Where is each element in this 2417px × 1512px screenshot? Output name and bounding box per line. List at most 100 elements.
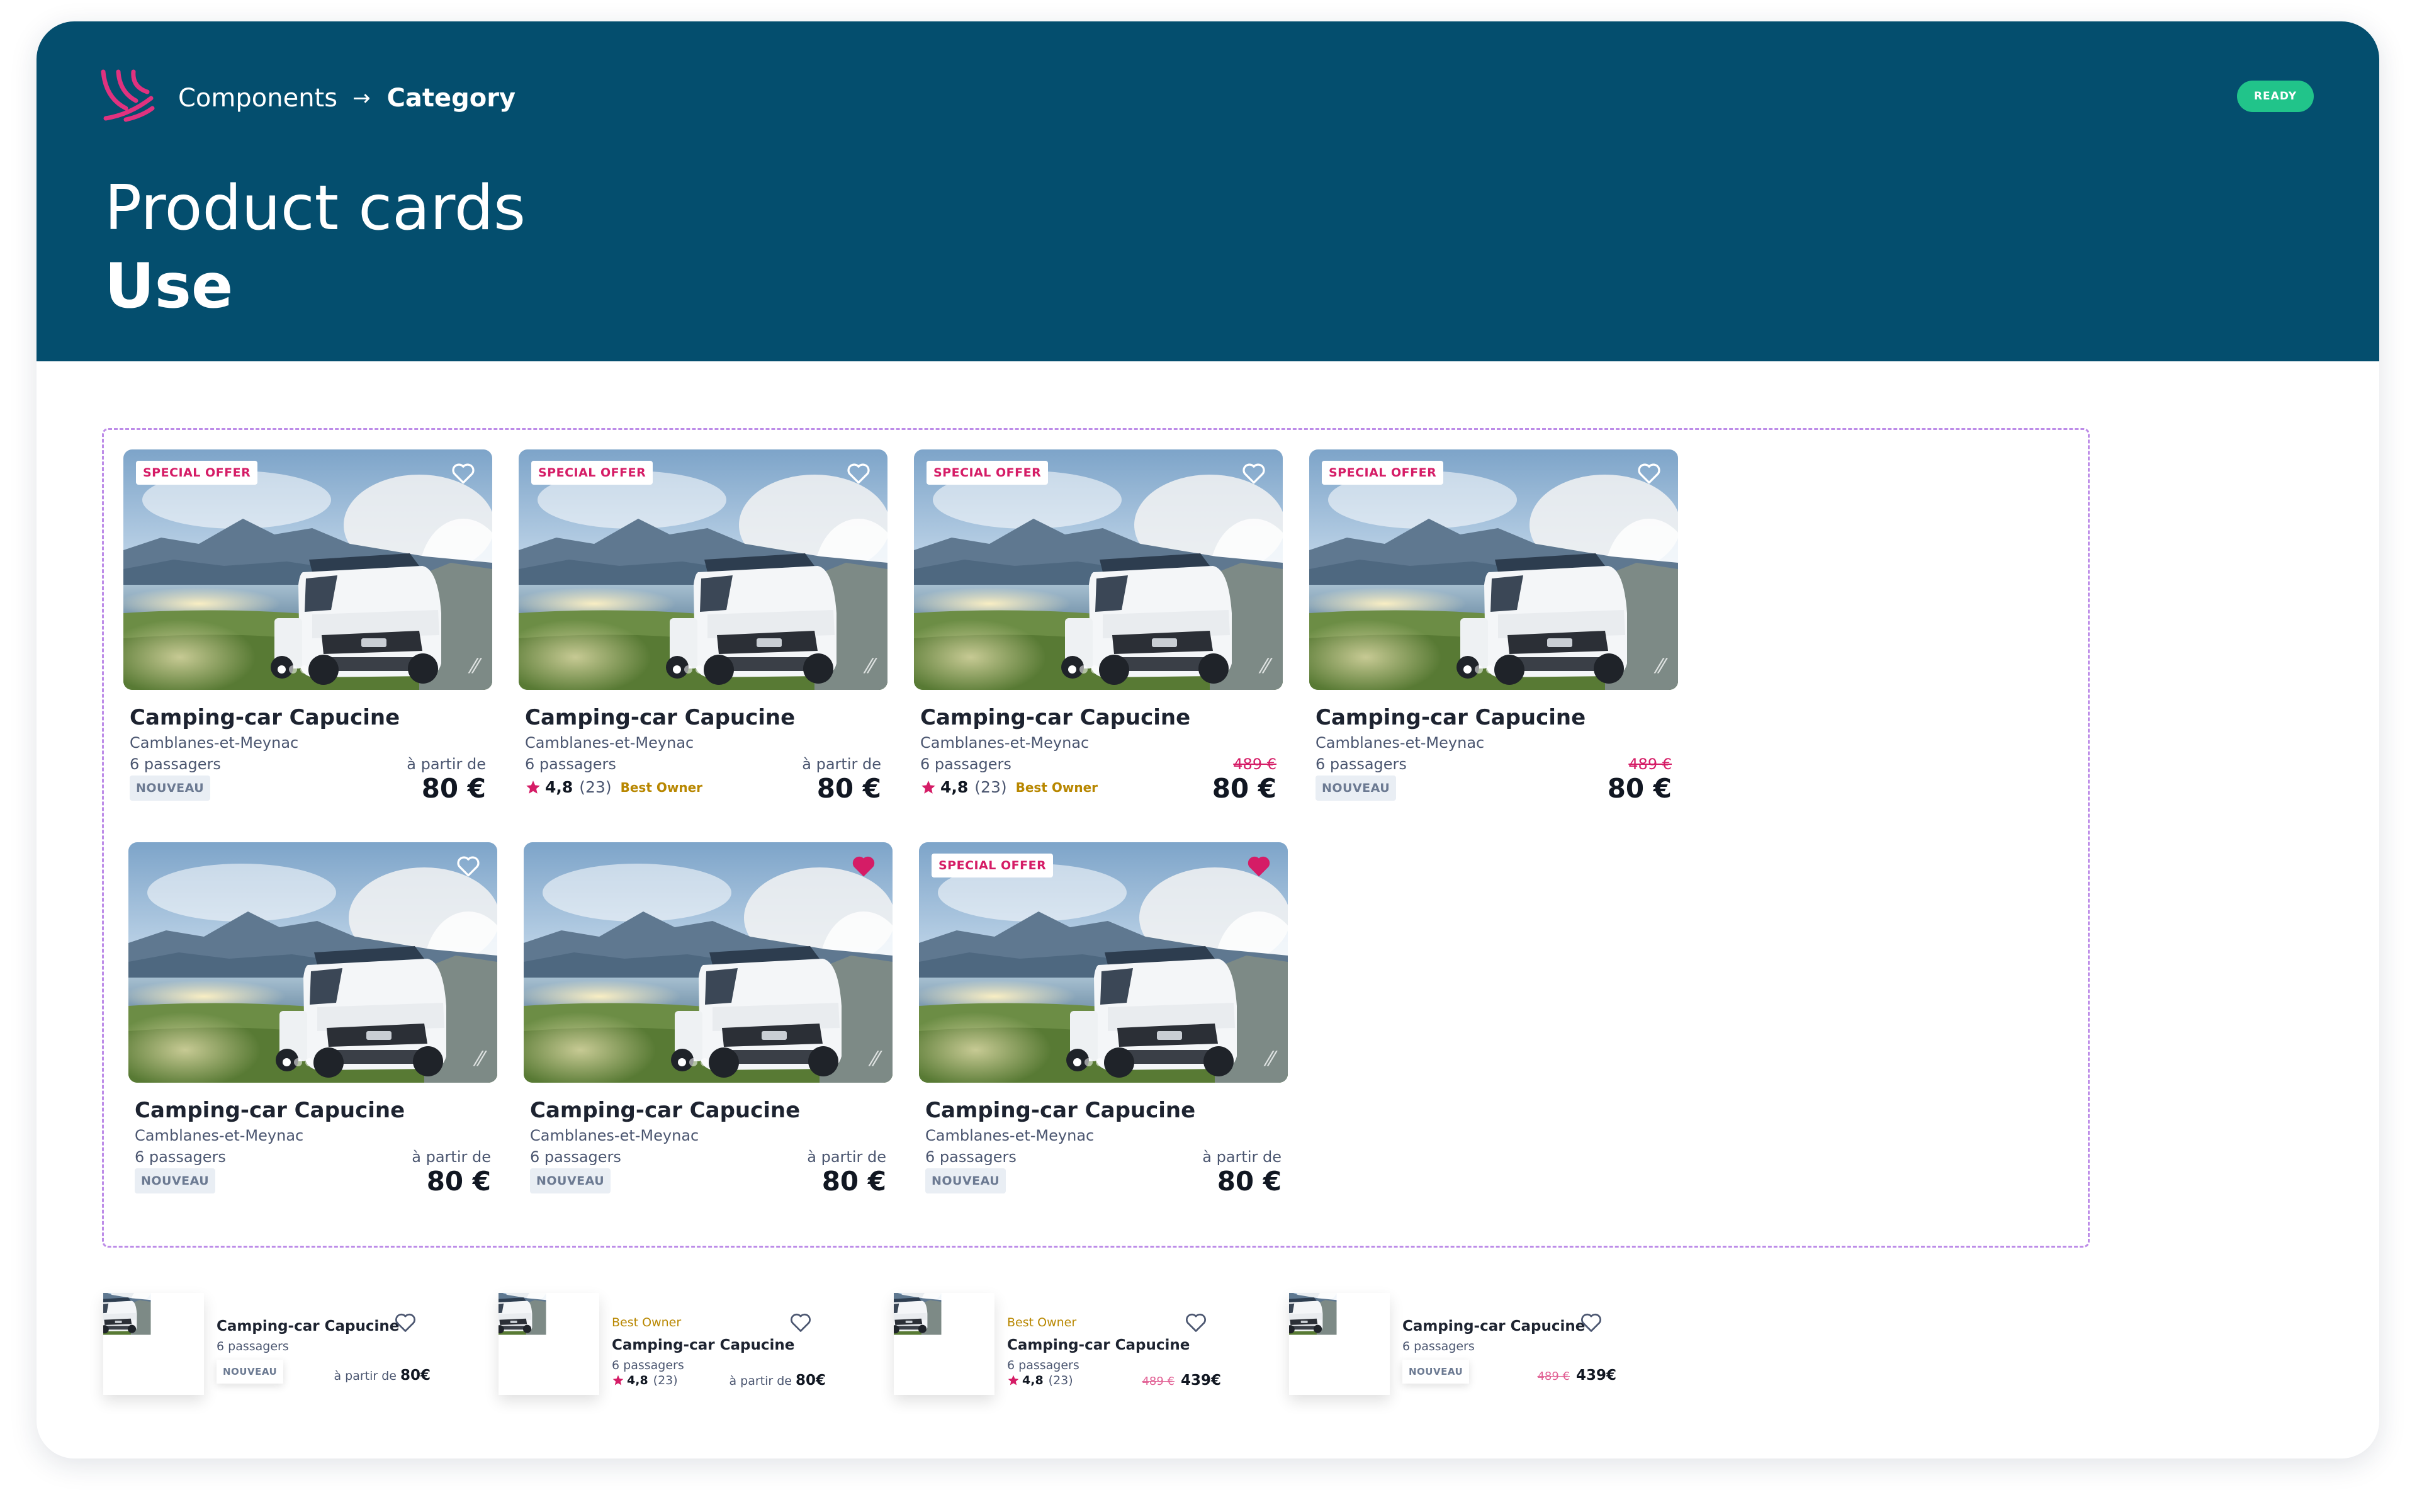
product-card[interactable]: SPECIAL OFFER ⁄⁄ Camping-car Capucine Ca…: [123, 449, 492, 815]
card-title[interactable]: Camping-car Capucine: [135, 1098, 405, 1123]
mini-product-photo[interactable]: [103, 1293, 204, 1395]
heart-outline-icon[interactable]: [1580, 1312, 1603, 1333]
watermark: ⁄⁄: [867, 654, 874, 678]
mini-card-price: 439€: [1180, 1372, 1221, 1389]
heart-outline-icon[interactable]: [456, 855, 481, 877]
heart-outline-icon[interactable]: [789, 1312, 812, 1333]
heart-filled-icon[interactable]: [851, 855, 876, 877]
card-passengers: 6 passagers: [920, 755, 1011, 773]
product-photo[interactable]: SPECIAL OFFER ⁄⁄: [914, 449, 1283, 690]
mini-product-card[interactable]: Best Owner Camping-car Capucine 6 passag…: [499, 1293, 826, 1395]
mini-card-title[interactable]: Camping-car Capucine: [612, 1337, 794, 1353]
watermark: ⁄⁄: [471, 654, 478, 678]
product-card[interactable]: SPECIAL OFFER ⁄⁄ Camping-car Capucine Ca…: [914, 449, 1283, 815]
review-count: (23): [653, 1374, 678, 1387]
status-badge: READY: [2237, 81, 2314, 112]
review-count: (23): [579, 778, 612, 796]
old-price: 489 €: [1233, 755, 1276, 773]
mini-product-photo[interactable]: [1289, 1293, 1390, 1395]
product-photo[interactable]: SPECIAL OFFER ⁄⁄: [519, 449, 887, 690]
price-label: à partir de: [407, 755, 486, 773]
product-card[interactable]: ⁄⁄ Camping-car Capucine Camblanes-et-Mey…: [128, 842, 497, 1207]
price-label: à partir de: [807, 1148, 886, 1166]
mini-card-price: 439€: [1575, 1367, 1616, 1384]
component-frame: Components → Category READY Product card…: [37, 21, 2379, 1458]
mini-product-card[interactable]: Camping-car Capucine 6 passagers NOUVEAU…: [1289, 1293, 1616, 1395]
product-photo[interactable]: SPECIAL OFFER ⁄⁄: [1309, 449, 1678, 690]
carousel-dots[interactable]: [1068, 665, 1102, 674]
product-card[interactable]: ⁄⁄ Camping-car Capucine Camblanes-et-Mey…: [524, 842, 893, 1207]
card-price: 80 €: [421, 773, 486, 804]
carousel-dots[interactable]: [1073, 1058, 1107, 1066]
arrow-right-icon: →: [352, 86, 371, 111]
best-owner-badge: Best Owner: [620, 779, 703, 795]
mini-card-price: 80€: [795, 1372, 826, 1389]
carousel-dots[interactable]: [283, 1058, 317, 1066]
card-title[interactable]: Camping-car Capucine: [130, 705, 400, 730]
breadcrumb-category: Category: [386, 84, 516, 113]
card-title[interactable]: Camping-car Capucine: [920, 705, 1190, 730]
card-location: Camblanes-et-Meynac: [530, 1127, 699, 1144]
card-title[interactable]: Camping-car Capucine: [1316, 705, 1586, 730]
price-label: à partir de: [334, 1369, 397, 1383]
heart-outline-icon[interactable]: [846, 462, 871, 485]
heart-filled-icon[interactable]: [1246, 855, 1271, 877]
card-price: 80 €: [821, 1166, 886, 1197]
product-photo[interactable]: SPECIAL OFFER ⁄⁄: [123, 449, 492, 690]
mini-price-block: 489 € 439€: [1142, 1372, 1221, 1389]
heart-outline-icon[interactable]: [394, 1312, 417, 1333]
mini-card-price: 80€: [400, 1367, 431, 1384]
carousel-dots[interactable]: [678, 1058, 712, 1066]
rating: 4,8 (23): [612, 1374, 678, 1387]
product-photo[interactable]: ⁄⁄: [128, 842, 497, 1083]
special-offer-badge: SPECIAL OFFER: [1322, 461, 1444, 485]
watermark: ⁄⁄: [1657, 654, 1664, 678]
breadcrumb-components[interactable]: Components: [178, 84, 337, 113]
carousel-dots[interactable]: [1463, 665, 1497, 674]
special-offer-badge: SPECIAL OFFER: [531, 461, 653, 485]
product-card[interactable]: SPECIAL OFFER ⁄⁄ Camping-car Capucine Ca…: [919, 842, 1288, 1207]
mini-product-card[interactable]: Best Owner Camping-car Capucine 6 passag…: [894, 1293, 1221, 1395]
card-passengers: 6 passagers: [130, 755, 221, 773]
rating: 4,8 (23): [1007, 1374, 1073, 1387]
card-title[interactable]: Camping-car Capucine: [925, 1098, 1195, 1123]
card-price: 80 €: [1607, 773, 1672, 804]
card-location: Camblanes-et-Meynac: [925, 1127, 1095, 1144]
new-badge: NOUVEAU: [1316, 776, 1397, 801]
product-photo[interactable]: SPECIAL OFFER ⁄⁄: [919, 842, 1288, 1083]
new-badge: NOUVEAU: [1402, 1360, 1470, 1384]
card-location: Camblanes-et-Meynac: [135, 1127, 304, 1144]
heart-outline-icon[interactable]: [1241, 462, 1266, 485]
card-title[interactable]: Camping-car Capucine: [530, 1098, 800, 1123]
card-price: 80 €: [426, 1166, 491, 1197]
price-label: à partir de: [1202, 1148, 1282, 1166]
brand-logo-icon[interactable]: [101, 69, 155, 122]
mini-price-block: à partir de 80€: [334, 1367, 431, 1384]
page-title: Product cards: [104, 172, 526, 244]
mini-product-photo[interactable]: [499, 1293, 599, 1395]
rating-value: 4,8: [1022, 1374, 1044, 1387]
product-card[interactable]: SPECIAL OFFER ⁄⁄ Camping-car Capucine Ca…: [1309, 449, 1678, 815]
product-photo[interactable]: ⁄⁄: [524, 842, 893, 1083]
heart-outline-icon[interactable]: [1637, 462, 1662, 485]
mini-card-title[interactable]: Camping-car Capucine: [217, 1318, 399, 1334]
new-badge: NOUVEAU: [217, 1360, 284, 1384]
carousel-dots[interactable]: [673, 665, 707, 674]
heart-outline-icon[interactable]: [451, 462, 476, 485]
card-location: Camblanes-et-Meynac: [130, 734, 299, 752]
card-title[interactable]: Camping-car Capucine: [525, 705, 795, 730]
mini-card-title[interactable]: Camping-car Capucine: [1007, 1337, 1190, 1353]
special-offer-badge: SPECIAL OFFER: [932, 854, 1054, 877]
rating-value: 4,8: [545, 778, 573, 796]
mini-product-card[interactable]: Camping-car Capucine 6 passagers NOUVEAU…: [103, 1293, 431, 1395]
carousel-dots[interactable]: [278, 665, 312, 674]
old-price: 489 €: [1628, 755, 1672, 773]
product-card[interactable]: SPECIAL OFFER ⁄⁄ Camping-car Capucine Ca…: [519, 449, 887, 815]
mini-product-photo[interactable]: [894, 1293, 994, 1395]
page-header: Components → Category READY Product card…: [37, 21, 2379, 361]
mini-price-block: 489 € 439€: [1537, 1367, 1616, 1384]
heart-outline-icon[interactable]: [1185, 1312, 1207, 1333]
mini-card-title[interactable]: Camping-car Capucine: [1402, 1318, 1585, 1334]
price-label: à partir de: [802, 755, 881, 773]
new-badge: NOUVEAU: [135, 1168, 216, 1193]
